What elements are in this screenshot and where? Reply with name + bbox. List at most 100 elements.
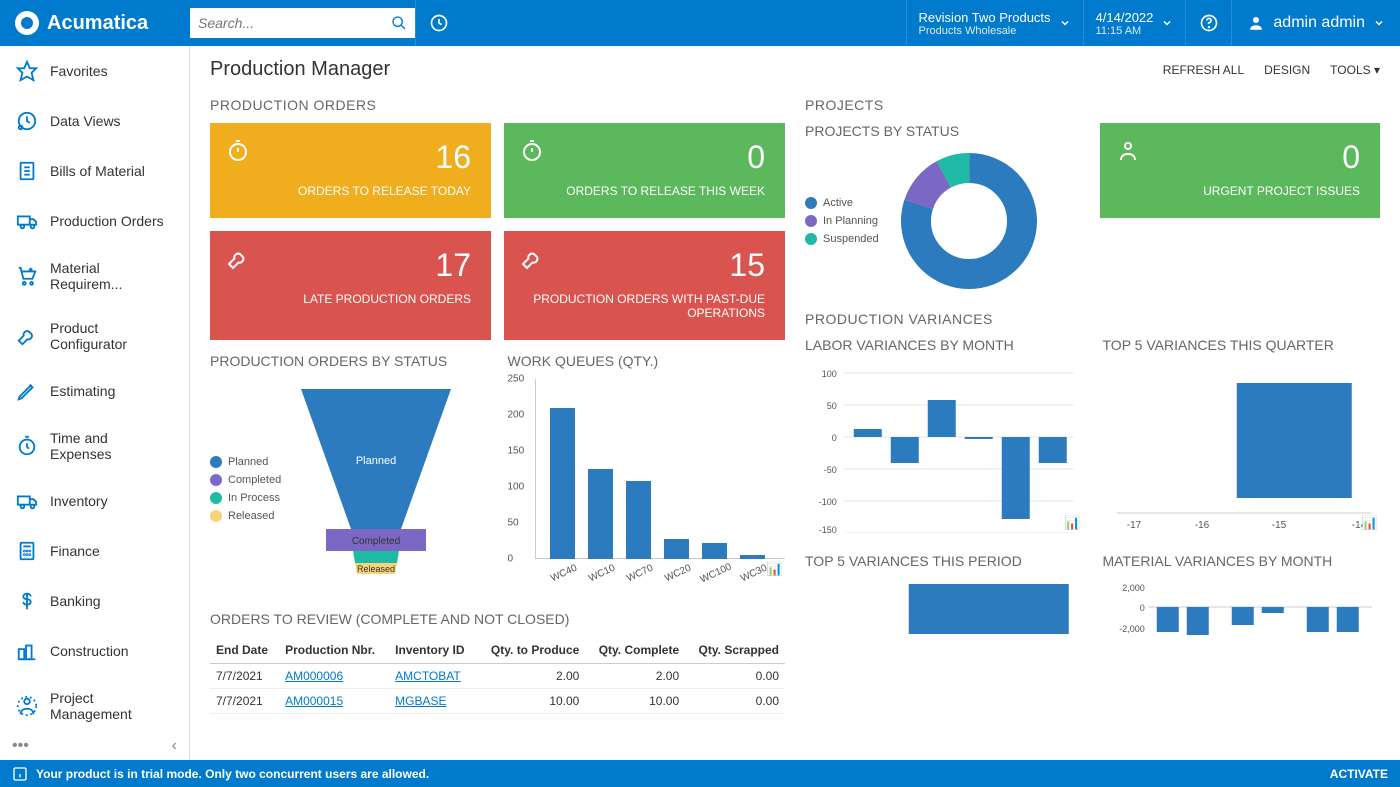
- sidebar: FavoritesData ViewsBills of MaterialProd…: [0, 46, 190, 760]
- kpi-release-week[interactable]: 0 ORDERS TO RELEASE THIS WEEK: [504, 123, 785, 218]
- orders-review-table: End DateProduction Nbr.Inventory IDQty. …: [210, 637, 785, 714]
- datetime-selector[interactable]: 4/14/2022 11:15 AM: [1083, 0, 1186, 46]
- kpi-label: ORDERS TO RELEASE TODAY: [230, 184, 471, 198]
- production-nbr-link[interactable]: AM000006: [285, 669, 343, 683]
- sidebar-item-estimating[interactable]: Estimating: [0, 366, 189, 416]
- tenant-selector[interactable]: Revision Two Products Products Wholesale: [906, 0, 1083, 46]
- chart-config-icon[interactable]: 📊: [1362, 515, 1378, 531]
- table-header[interactable]: End Date: [210, 637, 279, 664]
- section-production-orders: PRODUCTION ORDERS: [210, 97, 785, 113]
- table-header[interactable]: Inventory ID: [389, 637, 477, 664]
- truck-icon: [16, 210, 38, 232]
- production-nbr-link[interactable]: AM000015: [285, 694, 343, 708]
- sidebar-item-project-management[interactable]: Project Management: [0, 676, 189, 736]
- build-icon: [16, 640, 38, 662]
- sidebar-item-label: Time and Expenses: [50, 430, 173, 462]
- kpi-label: LATE PRODUCTION ORDERS: [230, 292, 471, 306]
- activate-button[interactable]: ACTIVATE: [1330, 767, 1388, 781]
- kpi-past-due[interactable]: 15 PRODUCTION ORDERS WITH PAST-DUE OPERA…: [504, 231, 785, 340]
- kpi-urgent-issues[interactable]: 0 URGENT PROJECT ISSUES: [1100, 123, 1380, 218]
- table-header[interactable]: Production Nbr.: [279, 637, 389, 664]
- table-row[interactable]: 7/7/2021AM000006AMCTOBAT2.002.000.00: [210, 664, 785, 689]
- chevron-down-icon: [1161, 17, 1173, 29]
- tenant-title: Revision Two Products: [919, 10, 1051, 25]
- sidebar-item-construction[interactable]: Construction: [0, 626, 189, 676]
- sidebar-item-label: Favorites: [50, 63, 108, 79]
- sidebar-item-banking[interactable]: Banking: [0, 576, 189, 626]
- kpi-release-today[interactable]: 16 ORDERS TO RELEASE TODAY: [210, 123, 491, 218]
- sidebar-item-finance[interactable]: Finance: [0, 526, 189, 576]
- sidebar-item-label: Data Views: [50, 113, 121, 129]
- sidebar-item-production-orders[interactable]: Production Orders: [0, 196, 189, 246]
- svg-text:-17: -17: [1126, 520, 1141, 531]
- time-label: 11:15 AM: [1096, 25, 1154, 37]
- history-button[interactable]: [415, 0, 461, 46]
- svg-text:-100: -100: [819, 497, 837, 507]
- svg-text:100: 100: [822, 369, 837, 379]
- calc-icon: [16, 540, 38, 562]
- kpi-label: ORDERS TO RELEASE THIS WEEK: [524, 184, 765, 198]
- brand-logo[interactable]: Acumatica: [0, 11, 190, 35]
- funnel-chart[interactable]: Planned Completed In Process Released Pl…: [210, 379, 488, 599]
- kpi-label: PRODUCTION ORDERS WITH PAST-DUE OPERATIO…: [524, 292, 765, 320]
- sidebar-item-inventory[interactable]: Inventory: [0, 476, 189, 526]
- kpi-value: 16: [230, 139, 471, 176]
- search-input[interactable]: [198, 15, 391, 31]
- table-header[interactable]: Qty. to Produce: [477, 637, 585, 664]
- stopwatch-icon: [226, 139, 250, 163]
- projects-donut-chart[interactable]: Active In Planning Suspended: [805, 151, 1080, 291]
- section-projects: PROJECTS: [805, 97, 1380, 113]
- more-icon[interactable]: •••: [12, 737, 29, 755]
- sidebar-item-label: Inventory: [50, 493, 108, 509]
- search-button[interactable]: [391, 15, 407, 31]
- help-button[interactable]: [1185, 0, 1231, 46]
- svg-text:-150: -150: [819, 525, 837, 533]
- user-menu[interactable]: admin admin: [1231, 0, 1400, 46]
- table-header[interactable]: Qty. Scrapped: [685, 637, 785, 664]
- svg-text:Released: Released: [357, 564, 395, 574]
- user-icon: [1247, 14, 1265, 32]
- tools-menu[interactable]: TOOLS ▾: [1330, 63, 1380, 77]
- logo-icon: [15, 11, 39, 35]
- eye-icon: [16, 110, 38, 132]
- collapse-sidebar-icon[interactable]: ‹: [172, 737, 177, 755]
- svg-text:50: 50: [827, 401, 837, 411]
- projects-status-title: PROJECTS BY STATUS: [805, 123, 1080, 139]
- dollar-icon: [16, 590, 38, 612]
- refresh-all-button[interactable]: REFRESH ALL: [1163, 63, 1244, 77]
- sidebar-item-favorites[interactable]: Favorites: [0, 46, 189, 96]
- top5-quarter-chart[interactable]: -17 -16 -15 -14 📊: [1103, 363, 1381, 533]
- history-icon: [429, 13, 449, 33]
- work-queues-chart[interactable]: 050100150200250WC40WC10WC70WC20WC100WC30…: [508, 379, 786, 579]
- svg-text:-50: -50: [824, 465, 837, 475]
- kpi-value: 0: [1120, 139, 1360, 176]
- table-header[interactable]: Qty. Complete: [585, 637, 685, 664]
- chart-title-funnel: PRODUCTION ORDERS BY STATUS: [210, 353, 488, 369]
- stopwatch-icon: [520, 139, 544, 163]
- design-button[interactable]: DESIGN: [1264, 63, 1310, 77]
- sidebar-item-bills-of-material[interactable]: Bills of Material: [0, 146, 189, 196]
- sidebar-item-data-views[interactable]: Data Views: [0, 96, 189, 146]
- chart-config-icon[interactable]: 📊: [1064, 515, 1080, 531]
- sidebar-item-material-requirem-[interactable]: Material Requirem...: [0, 246, 189, 306]
- sidebar-item-product-configurator[interactable]: Product Configurator: [0, 306, 189, 366]
- sidebar-item-label: Material Requirem...: [50, 260, 173, 292]
- table-row[interactable]: 7/7/2021AM000015MGBASE10.0010.000.00: [210, 689, 785, 714]
- inventory-id-link[interactable]: AMCTOBAT: [395, 669, 461, 683]
- person-icon: [16, 695, 38, 717]
- chart-config-icon[interactable]: 📊: [767, 561, 783, 577]
- help-icon: [1199, 13, 1219, 33]
- sidebar-item-time-and-expenses[interactable]: Time and Expenses: [0, 416, 189, 476]
- labor-variances-chart[interactable]: 100 50 0 -50 -100 -150: [805, 363, 1083, 533]
- info-icon: [12, 766, 28, 782]
- user-name: admin admin: [1273, 14, 1365, 32]
- search-wrap[interactable]: [190, 8, 415, 38]
- chevron-down-icon: [1059, 17, 1071, 29]
- inventory-id-link[interactable]: MGBASE: [395, 694, 446, 708]
- svg-text:-2,000: -2,000: [1119, 624, 1145, 634]
- top5-period-chart[interactable]: [805, 579, 1083, 639]
- material-variances-chart[interactable]: 2,000 0 -2,000: [1103, 579, 1381, 639]
- chevron-down-icon: [1373, 17, 1385, 29]
- kpi-late-orders[interactable]: 17 LATE PRODUCTION ORDERS: [210, 231, 491, 340]
- truck-icon: [16, 490, 38, 512]
